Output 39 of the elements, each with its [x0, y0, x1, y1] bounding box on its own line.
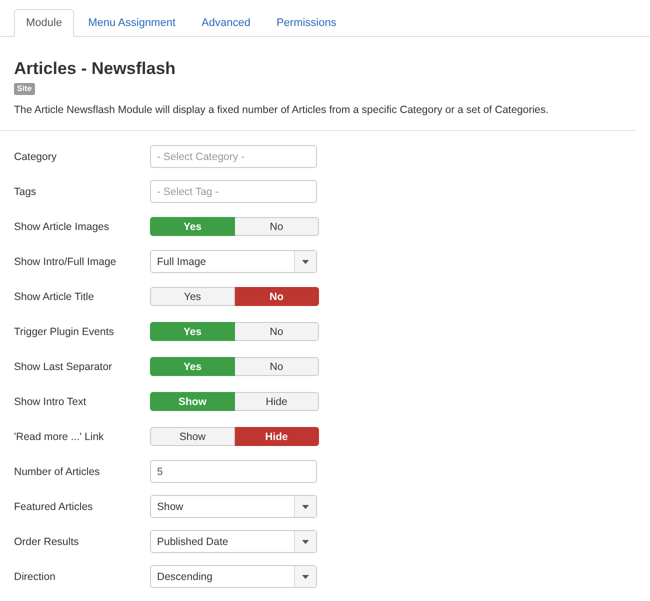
field-label: Featured Articles [14, 500, 94, 512]
input-field[interactable]: - Select Category - [150, 145, 317, 168]
field-label: Show Intro/Full Image [14, 256, 118, 268]
tab[interactable]: Permissions [264, 9, 348, 37]
dropdown[interactable]: Descending [150, 565, 317, 588]
field-label: Show Intro Text [14, 396, 88, 408]
field-label: Trigger Plugin Events [14, 326, 115, 338]
toggle-option[interactable]: No [235, 217, 319, 236]
tab[interactable]: Menu Assignment [76, 9, 188, 37]
toggle-option[interactable]: No [235, 287, 319, 306]
caret-icon [302, 504, 309, 508]
toggle-option[interactable]: Hide [235, 392, 319, 411]
caret-icon [302, 574, 309, 578]
dropdown[interactable]: Published Date [150, 530, 317, 553]
field-label: Show Article Images [14, 220, 110, 232]
caret-icon [302, 540, 309, 544]
tab[interactable]: Module [14, 9, 74, 37]
input-field[interactable]: - Select Tag - [150, 180, 317, 203]
field-label: Tags [14, 186, 38, 198]
field-label: Category [14, 150, 58, 162]
field-label: 'Read more ...' Link [14, 430, 105, 442]
dropdown[interactable]: Full Image [150, 250, 317, 273]
module-title: Articles - Newsflash [14, 59, 177, 79]
toggle-option[interactable]: No [235, 357, 319, 376]
toggle-option[interactable]: No [235, 322, 319, 341]
toggle-option[interactable]: Show [150, 427, 235, 446]
caret-icon [302, 260, 309, 264]
tab[interactable]: Advanced [190, 9, 262, 37]
field-label: Order Results [14, 536, 80, 548]
field-label: Show Last Separator [14, 360, 114, 372]
field-label: Direction [14, 570, 56, 582]
field-label: Show Article Title [14, 290, 95, 302]
dropdown[interactable]: Show [150, 495, 317, 518]
module-description: The Article Newsflash Module will display a fixed number of Articles from a specific Category or a set of Categories. [14, 103, 550, 117]
field-label: Number of Articles [14, 466, 101, 478]
input-field[interactable]: 5 [150, 460, 317, 483]
toggle-option[interactable]: Yes [150, 287, 235, 306]
toggle-option[interactable]: Hide [235, 427, 319, 446]
site-badge: Site [14, 83, 35, 95]
